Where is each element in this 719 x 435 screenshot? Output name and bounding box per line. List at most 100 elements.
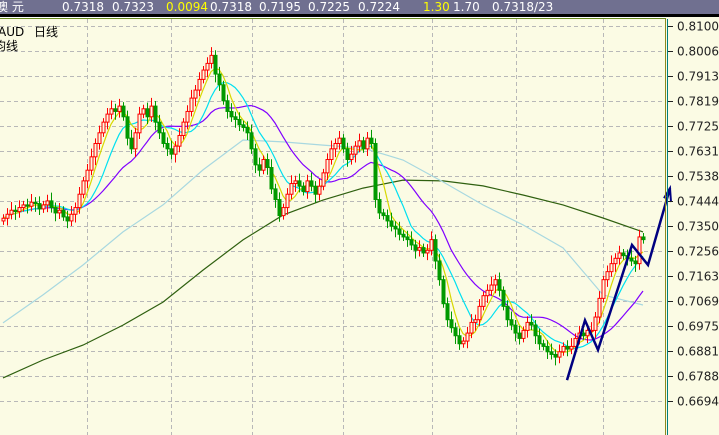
candle-body	[325, 159, 330, 174]
candle-body	[237, 118, 242, 126]
candle-body	[173, 145, 178, 155]
candle-up	[41, 200, 46, 213]
candle-down	[217, 66, 222, 91]
candle-up	[1, 214, 6, 225]
candle-down	[373, 138, 378, 208]
candle-body	[57, 209, 62, 214]
candle-body	[229, 110, 234, 118]
candle-up	[489, 276, 494, 296]
candle-down	[237, 112, 242, 131]
candle-body	[441, 279, 446, 305]
candle-down	[265, 153, 270, 175]
candle-body	[121, 105, 126, 118]
candle-body	[485, 289, 490, 297]
candle-down	[169, 140, 174, 160]
candle-body	[129, 137, 134, 150]
candle-body	[17, 207, 22, 213]
candle-body	[33, 201, 38, 205]
candle-up	[333, 138, 338, 158]
period-label: 日线	[34, 25, 59, 39]
candle-body	[29, 201, 34, 207]
y-tick-label: 0.6694	[677, 395, 719, 409]
candle-body	[293, 180, 298, 185]
candle-up	[425, 244, 430, 261]
candle-body	[457, 335, 462, 345]
y-tick-label: 0.7256	[677, 245, 719, 259]
candle-body	[373, 142, 378, 201]
candle-body	[353, 145, 358, 155]
candle-body	[501, 289, 506, 307]
candle-up	[73, 202, 78, 223]
candle-down	[233, 111, 238, 128]
candle-body	[181, 121, 186, 136]
candle-up	[317, 179, 322, 201]
candle-body	[409, 239, 414, 246]
candle-down	[389, 212, 394, 232]
candle-up	[93, 138, 98, 166]
candles	[1, 47, 646, 366]
candle-body	[417, 247, 422, 251]
candlestick-chart: 0.8100 0.8006 0.7913 0.7819 0.7725 0.7631 0.75…	[0, 19, 719, 435]
candle-up	[601, 275, 606, 303]
candle-up	[193, 85, 198, 107]
candle-body	[345, 148, 350, 161]
symbol-label: AUD	[0, 25, 25, 39]
candle-body	[473, 319, 478, 323]
candle-body	[565, 345, 570, 350]
candle-body	[389, 220, 394, 227]
candle-down	[385, 209, 390, 229]
candle-body	[465, 332, 470, 342]
candle-up	[137, 106, 142, 139]
candle-body	[349, 153, 354, 161]
candle-down	[453, 322, 458, 345]
candle-body	[117, 105, 122, 112]
candle-body	[189, 97, 194, 112]
candle-body	[445, 303, 450, 321]
candle-up	[353, 141, 358, 163]
y-tick-label: 0.8100	[677, 20, 719, 34]
candle-down	[565, 340, 570, 357]
y-axis: 0.8100 0.8006 0.7913 0.7819 0.7725 0.7631 0.75…	[668, 20, 719, 409]
candle-body	[45, 200, 50, 206]
candle-body	[609, 263, 614, 273]
candle-up	[285, 188, 290, 215]
y-tick-label: 0.8006	[677, 45, 719, 59]
candle-up	[365, 132, 370, 157]
candle-body	[197, 78, 202, 91]
candle-body	[509, 319, 514, 326]
candle-up	[557, 344, 562, 364]
candle-body	[277, 199, 282, 217]
moving-averages	[2, 67, 644, 379]
candle-body	[525, 321, 530, 331]
candle-down	[229, 103, 234, 122]
candle-body	[513, 324, 518, 334]
candle-down	[273, 183, 278, 208]
candle-body	[637, 236, 642, 265]
candle-body	[21, 204, 26, 209]
candle-body	[641, 236, 646, 241]
candle-body	[313, 185, 318, 195]
candle-up	[485, 284, 490, 303]
candle-up	[293, 175, 298, 192]
candle-up	[5, 208, 10, 226]
candle-body	[133, 132, 138, 150]
y-tick-label: 0.7913	[677, 70, 719, 84]
candle-body	[253, 148, 258, 166]
candle-body	[85, 169, 90, 182]
candle-down	[421, 243, 426, 257]
candle-down	[381, 208, 386, 220]
candle-body	[597, 297, 602, 318]
candle-body	[329, 148, 334, 161]
candle-body	[241, 124, 246, 128]
candle-up	[57, 203, 62, 220]
candle-body	[529, 321, 534, 326]
candle-down	[213, 50, 218, 83]
candle-body	[105, 113, 110, 123]
candle-body	[397, 228, 402, 235]
candle-body	[377, 199, 382, 214]
candle-down	[221, 80, 226, 105]
candle-body	[261, 159, 266, 171]
candle-body	[605, 271, 610, 281]
candle-down	[37, 196, 42, 216]
candle-down	[253, 143, 258, 174]
